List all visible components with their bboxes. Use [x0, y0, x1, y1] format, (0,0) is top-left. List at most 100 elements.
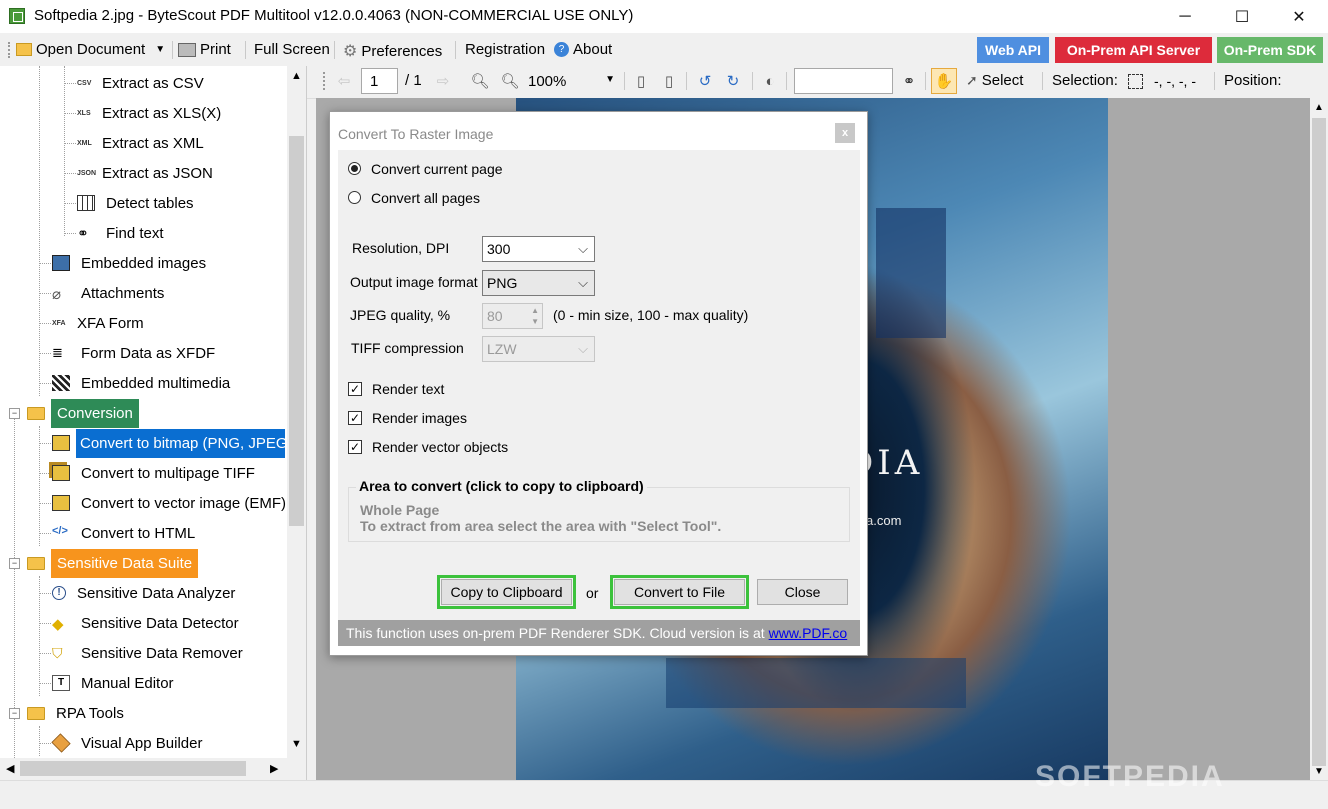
on-prem-sdk-button[interactable]: On-Prem SDK [1217, 37, 1323, 63]
tree-item-extract-csv[interactable]: CSV Extract as CSV [64, 68, 209, 98]
page-number-input[interactable]: 1 [361, 68, 398, 94]
document-vertical-scrollbar[interactable]: ▲ ▼ [1310, 98, 1328, 780]
tree-item-xfa-form[interactable]: XFA XFA Form [39, 308, 149, 338]
zoom-out-icon[interactable]: 🔍︎ [469, 70, 491, 92]
scroll-thumb[interactable] [289, 136, 304, 526]
convert-to-file-button[interactable]: Convert to File [614, 579, 745, 605]
tree-item-label: Convert to bitmap (PNG, JPEG, ... [76, 428, 285, 458]
tree-item-embedded-images[interactable]: Embedded images [39, 248, 211, 278]
tree-item-attachments[interactable]: ⌀ Attachments [39, 278, 169, 308]
open-document-button[interactable]: Open Document ▼ [16, 41, 165, 58]
minimize-button[interactable]: ─ [1162, 0, 1208, 33]
tree-item-embedded-multimedia[interactable]: Embedded multimedia [39, 368, 235, 398]
chevron-down-icon: ▼ [605, 74, 615, 85]
about-button[interactable]: ? About [554, 41, 612, 58]
scroll-down-icon[interactable]: ▼ [291, 738, 302, 750]
tree-item-extract-json[interactable]: JSON Extract as JSON [64, 158, 218, 188]
zoom-select[interactable]: 100% ▼ [524, 68, 619, 94]
binoculars-icon[interactable]: ⚭ [898, 70, 920, 92]
render-vector-checkbox[interactable]: ✓ [348, 440, 362, 454]
tree-item-convert-bitmap[interactable]: Convert to bitmap (PNG, JPEG, ... [39, 428, 285, 458]
tree-item-extract-xls[interactable]: XLS Extract as XLS(X) [64, 98, 226, 128]
preferences-button[interactable]: ⚙ Preferences [343, 41, 442, 61]
convert-current-label[interactable]: Convert current page [371, 161, 503, 177]
vector-image-icon [52, 495, 70, 511]
registration-button[interactable]: Registration [465, 41, 545, 58]
collapse-icon[interactable]: − [9, 708, 20, 719]
stepper-arrows-icon[interactable]: ▲ ▼ [531, 305, 539, 327]
tree-item-sensitive-analyzer[interactable]: ! Sensitive Data Analyzer [39, 578, 240, 608]
render-text-checkbox[interactable]: ✓ [348, 382, 362, 396]
scroll-thumb[interactable] [20, 761, 246, 776]
tree-item-find-text[interactable]: ⚭ Find text [64, 218, 169, 248]
scroll-up-icon[interactable]: ▲ [291, 70, 302, 82]
tree-group-sensitive-data[interactable]: − Sensitive Data Suite [9, 548, 199, 578]
zoom-in-icon[interactable]: 🔍︎ [499, 70, 521, 92]
json-icon: JSON [77, 169, 97, 177]
next-page-icon[interactable]: ⇨ [432, 70, 454, 92]
render-images-checkbox[interactable]: ✓ [348, 411, 362, 425]
area-whole-page[interactable]: Whole Page [360, 502, 439, 518]
close-button[interactable]: Close [757, 579, 848, 605]
tree-item-sensitive-remover[interactable]: ⛉ Sensitive Data Remover [39, 638, 248, 668]
tree-item-visual-app-builder[interactable]: Visual App Builder [39, 728, 207, 758]
resolution-select[interactable]: 300 ⌵ [482, 236, 595, 262]
tiff-compression-select[interactable]: LZW ⌵ [482, 336, 595, 362]
rotate-left-icon[interactable]: ↺ [694, 70, 716, 92]
collapse-icon[interactable]: − [9, 408, 20, 419]
chevron-down-icon: ⌵ [578, 275, 588, 290]
tree-item-convert-vector[interactable]: Convert to vector image (EMF) [39, 488, 291, 518]
convert-current-radio[interactable] [348, 162, 361, 175]
clapperboard-icon [52, 375, 70, 391]
tree-connector [39, 653, 51, 654]
render-vector-label[interactable]: Render vector objects [372, 439, 508, 455]
full-screen-button[interactable]: Full Screen [254, 41, 330, 58]
collapse-icon[interactable]: − [9, 558, 20, 569]
scroll-down-icon[interactable]: ▼ [1314, 766, 1324, 777]
render-text-label[interactable]: Render text [372, 381, 444, 397]
facing-pages-icon[interactable]: ▯ [658, 70, 680, 92]
contrast-icon[interactable]: ◐ [759, 70, 781, 92]
scroll-thumb[interactable] [1312, 118, 1326, 766]
tree-horizontal-scrollbar[interactable]: ◀ ▶ [0, 758, 306, 780]
web-api-button[interactable]: Web API [977, 37, 1049, 63]
tree-item-convert-tiff[interactable]: Convert to multipage TIFF [39, 458, 260, 488]
tree-connector [39, 383, 51, 384]
convert-all-radio[interactable] [348, 191, 361, 204]
close-window-button[interactable]: ✕ [1276, 0, 1322, 33]
format-select[interactable]: PNG ⌵ [482, 270, 595, 296]
copy-to-clipboard-button[interactable]: Copy to Clipboard [441, 579, 572, 605]
tree-item-manual-editor[interactable]: T Manual Editor [39, 668, 179, 698]
tree-group-conversion[interactable]: − Conversion [9, 398, 139, 428]
tree-vertical-scrollbar[interactable]: ▲ ▼ [287, 66, 306, 758]
tree-item-detect-tables[interactable]: Detect tables [64, 188, 199, 218]
print-button[interactable]: Print [178, 41, 231, 58]
tree-item-sensitive-detector[interactable]: ◆ Sensitive Data Detector [39, 608, 244, 638]
scroll-left-icon[interactable]: ◀ [6, 762, 14, 775]
tree-group-rpa-tools[interactable]: − RPA Tools [9, 698, 129, 728]
jpeg-quality-stepper[interactable]: 80 ▲ ▼ [482, 303, 543, 329]
select-tool-button[interactable]: ➚ Select [966, 72, 1023, 89]
tree-item-convert-html[interactable]: </> Convert to HTML [39, 518, 200, 548]
pdf-co-link[interactable]: www.PDF.co [769, 625, 848, 641]
render-images-label[interactable]: Render images [372, 410, 467, 426]
tree-item-extract-xml[interactable]: XML Extract as XML [64, 128, 209, 158]
single-page-icon[interactable]: ▯ [630, 70, 652, 92]
on-prem-api-server-button[interactable]: On-Prem API Server [1055, 37, 1212, 63]
maximize-button[interactable]: ☐ [1219, 0, 1265, 33]
rotate-right-icon[interactable]: ↻ [722, 70, 744, 92]
selection-label: Selection: [1052, 72, 1118, 89]
open-document-label: Open Document [36, 41, 146, 58]
dialog-close-icon[interactable]: x [835, 123, 855, 143]
scroll-right-icon[interactable]: ▶ [270, 762, 278, 775]
xls-icon: XLS [77, 109, 91, 117]
scroll-up-icon[interactable]: ▲ [1314, 102, 1324, 113]
tree-connector [39, 263, 51, 264]
previous-page-icon[interactable]: ⇦ [333, 70, 355, 92]
search-input[interactable] [794, 68, 893, 94]
hand-tool-icon[interactable]: ✋ [931, 68, 957, 94]
area-hint: To extract from area select the area wit… [360, 518, 722, 534]
convert-all-label[interactable]: Convert all pages [371, 190, 480, 206]
tree-item-form-data-xfdf[interactable]: ≣ Form Data as XFDF [39, 338, 220, 368]
feature-tree[interactable]: CSV Extract as CSV XLS Extract as XLS(X)… [0, 66, 307, 780]
